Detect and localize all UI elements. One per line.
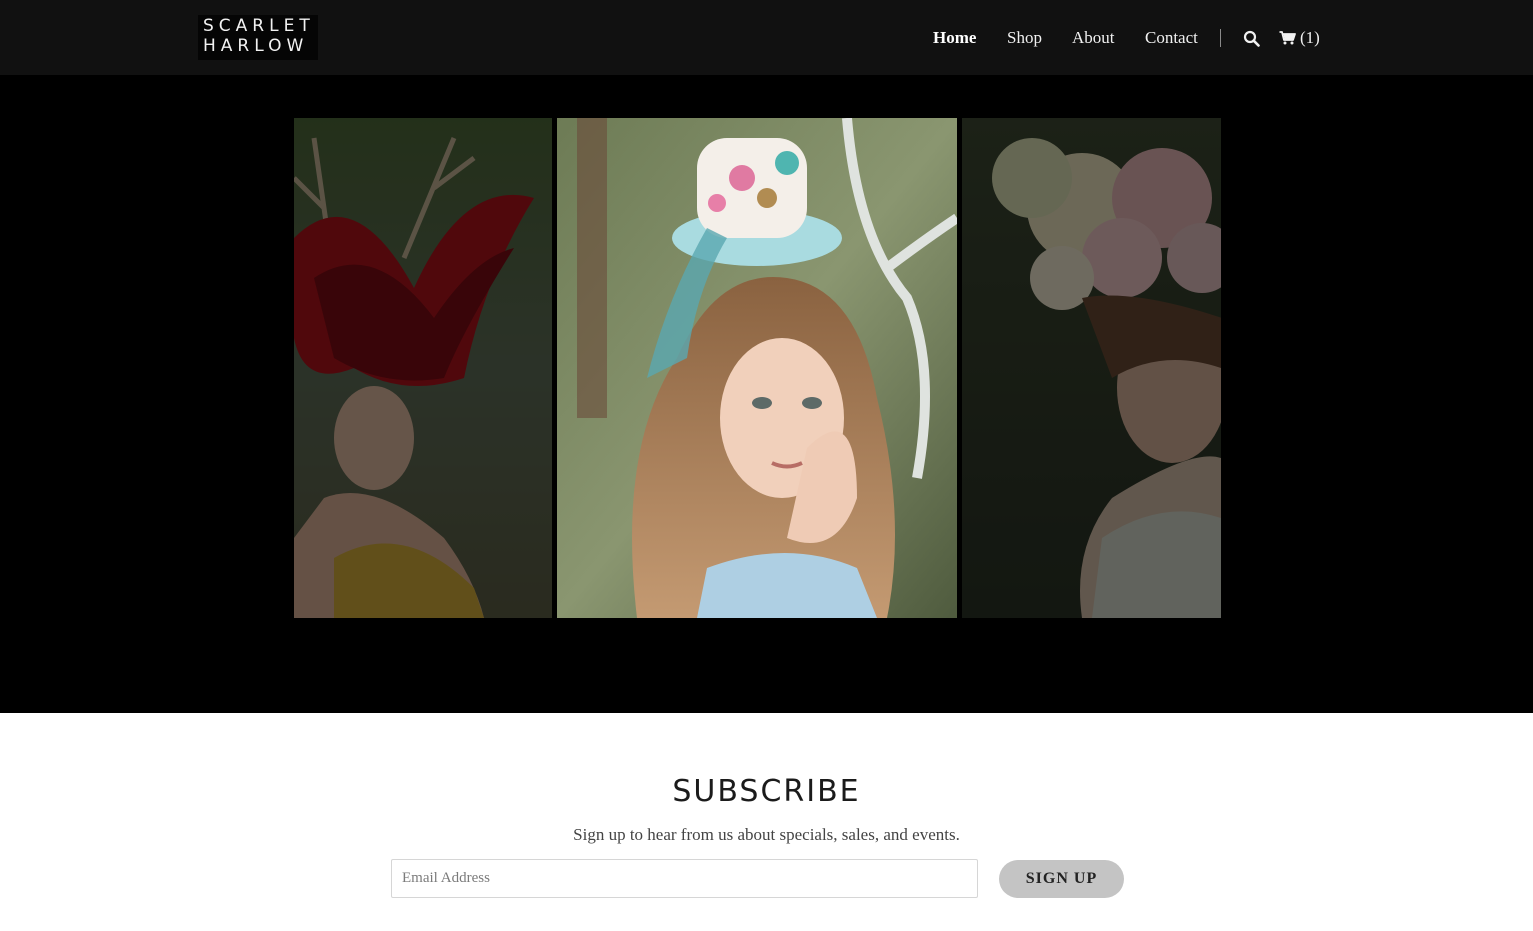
- subscribe-subtitle: Sign up to hear from us about specials, …: [573, 825, 960, 844]
- brand-logo-line1: SCARLET: [203, 16, 315, 36]
- cart-icon: [1279, 31, 1296, 45]
- brand-logo-line2: HARLOW: [203, 36, 309, 56]
- brand-logo[interactable]: SCARLET HARLOW: [198, 15, 318, 60]
- hero-carousel: [0, 75, 1533, 713]
- subscribe-title: SUBSCRIBE: [672, 774, 861, 809]
- nav-home-link[interactable]: Home: [933, 27, 976, 49]
- carousel-slide-prev[interactable]: [294, 118, 552, 618]
- carousel-slide-active[interactable]: [557, 118, 957, 618]
- cart-count: (1): [1300, 28, 1320, 47]
- carousel-slide-next[interactable]: [962, 118, 1221, 618]
- nav-shop-link[interactable]: Shop: [1007, 27, 1042, 49]
- email-field[interactable]: [391, 859, 978, 898]
- search-icon[interactable]: [1243, 30, 1260, 47]
- slide-image: [557, 118, 957, 618]
- slide-dim-overlay: [294, 118, 552, 618]
- slide-dim-overlay: [962, 118, 1221, 618]
- signup-button[interactable]: SIGN UP: [999, 860, 1124, 898]
- nav-about-link[interactable]: About: [1072, 27, 1115, 49]
- nav-divider: [1220, 29, 1221, 47]
- site-header: SCARLET HARLOW Home Shop About Contact (…: [0, 0, 1533, 75]
- nav-contact-link[interactable]: Contact: [1145, 27, 1198, 49]
